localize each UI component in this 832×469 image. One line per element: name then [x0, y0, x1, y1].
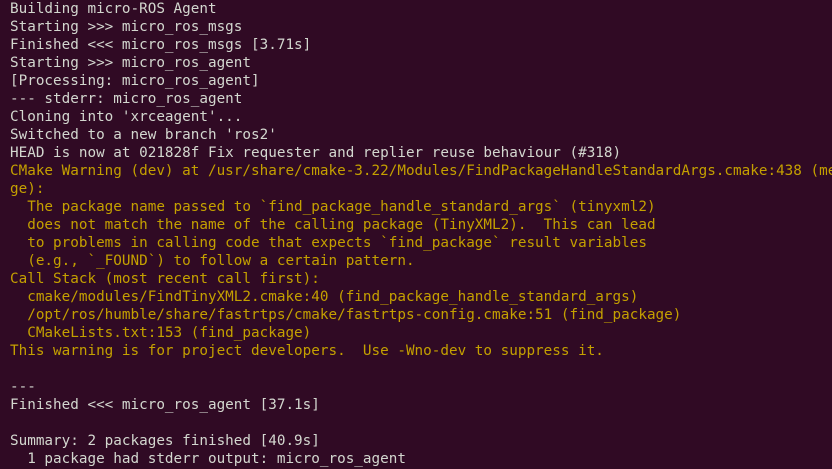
cmake-warning-line: The package name passed to `find_package…: [10, 199, 656, 215]
terminal-line: Finished <<< micro_ros_msgs [3.71s]: [10, 37, 312, 53]
cmake-warning-line: (e.g., `_FOUND`) to follow a certain pat…: [10, 253, 415, 269]
cmake-warning-line: CMakeLists.txt:153 (find_package): [10, 325, 312, 341]
terminal-line: [Processing: micro_ros_agent]: [10, 73, 260, 89]
terminal-line: Starting >>> micro_ros_agent: [10, 55, 252, 71]
terminal-line: Finished <<< micro_ros_agent [37.1s]: [10, 397, 320, 413]
terminal-line: Starting >>> micro_ros_msgs: [10, 19, 243, 35]
cmake-warning-line: This warning is for project developers. …: [10, 343, 604, 359]
terminal-line: --- stderr: micro_ros_agent: [10, 91, 243, 107]
cmake-warning-line: /opt/ros/humble/share/fastrtps/cmake/fas…: [10, 307, 682, 323]
terminal-line: Switched to a new branch 'ros2': [10, 127, 277, 143]
terminal-output[interactable]: Building micro-ROS Agent Starting >>> mi…: [0, 0, 832, 469]
terminal-line: ---: [10, 379, 36, 395]
summary-line: Summary: 2 packages finished [40.9s]: [10, 433, 320, 449]
cmake-warning-line: CMake Warning (dev) at /usr/share/cmake-…: [10, 163, 832, 179]
cmake-warning-line: to problems in calling code that expects…: [10, 235, 647, 251]
terminal-line: Building micro-ROS Agent: [10, 1, 217, 17]
summary-line: 1 package had stderr output: micro_ros_a…: [10, 451, 406, 467]
cmake-warning-line: does not match the name of the calling p…: [10, 217, 656, 233]
cmake-warning-line: ge):: [10, 181, 45, 197]
terminal-line: HEAD is now at 021828f Fix requester and…: [10, 145, 622, 161]
terminal-line: Cloning into 'xrceagent'...: [10, 109, 243, 125]
cmake-warning-line: Call Stack (most recent call first):: [10, 271, 320, 287]
cmake-warning-line: cmake/modules/FindTinyXML2.cmake:40 (fin…: [10, 289, 639, 305]
